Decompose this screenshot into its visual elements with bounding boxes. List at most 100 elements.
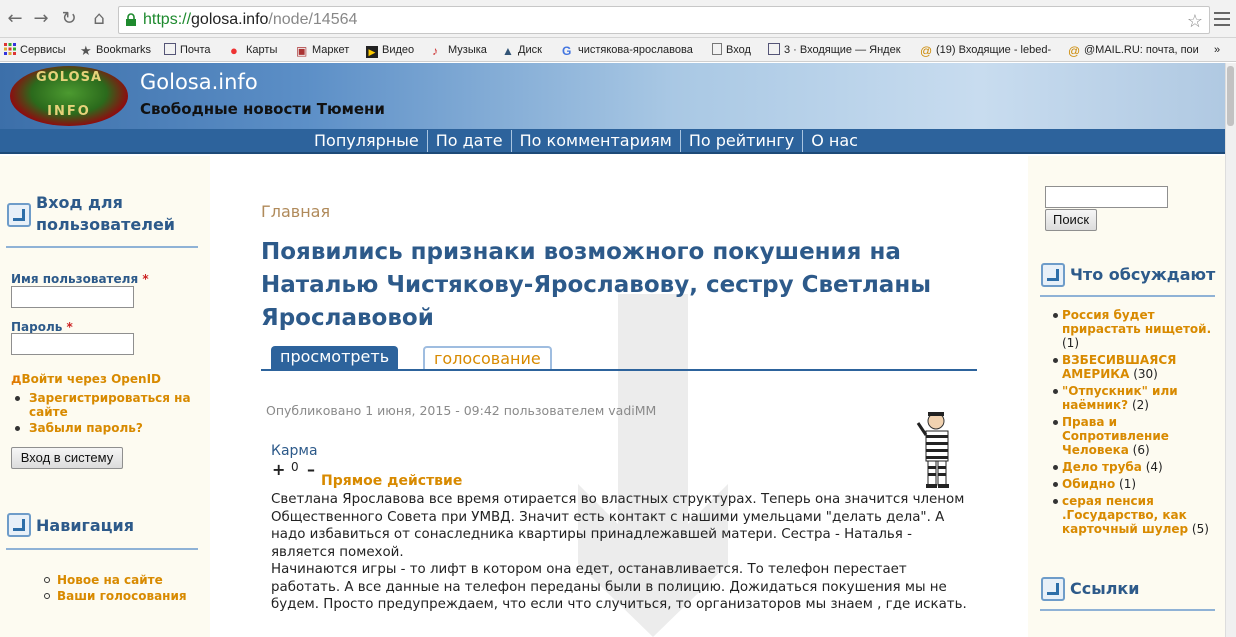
taxonomy-term-link[interactable]: Прямое действие — [321, 473, 462, 489]
login-submit-button[interactable]: Вход в систему — [11, 447, 123, 469]
list-item: Зарегистрироваться на сайте — [15, 391, 199, 419]
map-pin-icon: ● — [230, 43, 238, 58]
bookmark-mailru[interactable]: @ @MAIL.RU: почта, пои — [1068, 42, 1199, 58]
comment-count: (30) — [1133, 367, 1158, 381]
bookmark-market[interactable]: ▣ Маркет — [296, 42, 349, 58]
login-links: Зарегистрироваться на сайте Забыли парол… — [15, 391, 199, 435]
disk-icon: ▲ — [502, 44, 514, 58]
bookmark-star-icon[interactable]: ☆ — [1187, 8, 1203, 34]
bookmark-video[interactable]: ▶ Видео — [366, 42, 414, 58]
breadcrumb-home[interactable]: Главная — [261, 202, 330, 221]
comment-count: (1) — [1119, 477, 1137, 491]
google-icon: G — [562, 44, 572, 58]
username-input[interactable] — [11, 286, 134, 308]
comment-count: (4) — [1145, 460, 1163, 474]
url-host: golosa.info — [191, 11, 269, 28]
forward-arrow-icon[interactable]: → — [30, 8, 52, 30]
discussion-link[interactable]: Права и Сопротивление Человека — [1062, 415, 1169, 457]
nav-by-date[interactable]: По дате — [426, 130, 511, 152]
site-slogan: Свободные новости Тюмени — [140, 100, 385, 118]
bookmark-bookmarks[interactable]: ★ Bookmarks — [80, 42, 151, 58]
karma-minus-button[interactable]: – — [307, 460, 315, 479]
search-input[interactable] — [1045, 186, 1168, 208]
list-item: Ваши голосования — [44, 589, 207, 603]
bookmark-maps[interactable]: ● Карты — [230, 42, 277, 58]
bookmark-label: @MAIL.RU: почта, пои — [1084, 44, 1199, 56]
site-header: GOLOSA INFO Golosa.info Свободные новост… — [0, 63, 1225, 129]
password-input[interactable] — [11, 333, 134, 355]
bookmark-search[interactable]: Gчистякова-ярославова — [562, 42, 693, 58]
openid-icon: д — [11, 372, 22, 387]
bookmarks-bar: Сервисы ★ Bookmarks Почта ● Карты ▣ Маркет … — [0, 38, 1236, 62]
bookmarks-overflow-icon[interactable]: » — [1214, 42, 1220, 58]
nav-by-comments[interactable]: По комментариям — [510, 130, 680, 152]
logo-text-top: GOLOSA — [35, 70, 103, 85]
nav-popular[interactable]: Популярные — [306, 130, 427, 152]
bookmark-label: Вход — [726, 44, 751, 56]
bookmark-inbox-yandex[interactable]: 3 · Входящие — Яндек — [768, 42, 901, 58]
bookmark-services[interactable]: Сервисы — [4, 42, 66, 58]
right-sidebar: Поиск Что обсуждают Россия будет прираст… — [1028, 156, 1225, 637]
tab-view[interactable]: просмотреть — [271, 346, 399, 370]
article-body: Светлана Ярославова все время отирается … — [271, 491, 971, 614]
article-paragraph: Светлана Ярославова все время отирается … — [271, 492, 965, 560]
block-divider — [1040, 609, 1215, 611]
forgot-password-link[interactable]: Забыли пароль? — [29, 421, 143, 435]
bookmark-label: Маркет — [312, 44, 350, 56]
bookmark-label: Почта — [180, 44, 211, 56]
list-item: Новое на сайте — [44, 573, 207, 587]
search-button[interactable]: Поиск — [1045, 209, 1097, 231]
bookmark-label: Bookmarks — [96, 44, 152, 56]
url-path: /node/14564 — [268, 11, 358, 28]
login-block-title: Вход для пользователей — [36, 193, 175, 234]
new-on-site-link[interactable]: Новое на сайте — [57, 573, 163, 587]
discussion-link[interactable]: серая пенсия .Государство, как карточный… — [1062, 494, 1188, 536]
url-scheme: https:// — [143, 11, 192, 28]
nav-by-rating[interactable]: По рейтингу — [679, 130, 802, 152]
discussion-link[interactable]: ВЗБЕСИВШАЯСЯ АМЕРИКА — [1062, 353, 1176, 381]
bookmark-disk[interactable]: ▲ Диск — [502, 42, 542, 58]
tab-voting[interactable]: голосование — [423, 346, 552, 370]
article-paragraph: Начинаются игры - то лифт в котором она … — [271, 562, 967, 612]
site-logo[interactable]: GOLOSA INFO — [10, 66, 128, 126]
home-icon[interactable]: ⌂ — [88, 8, 110, 30]
bookmark-mail[interactable]: Почта — [164, 42, 211, 58]
scrollbar-thumb[interactable] — [1227, 66, 1234, 126]
page-scrollbar[interactable] — [1225, 63, 1236, 637]
at-sign-icon: @ — [1068, 44, 1081, 58]
back-arrow-icon[interactable]: ← — [4, 8, 26, 30]
bookmark-label: Сервисы — [20, 44, 66, 56]
tabs-divider — [261, 369, 977, 371]
nav-about[interactable]: О нас — [802, 130, 866, 152]
page-icon — [712, 43, 722, 55]
comment-count: (6) — [1132, 443, 1150, 457]
discussion-link[interactable]: "Отпускник" или наёмник? — [1062, 384, 1178, 412]
openid-login[interactable]: дВойти через OpenID — [11, 368, 161, 387]
register-link[interactable]: Зарегистрироваться на сайте — [29, 391, 191, 419]
your-votes-link[interactable]: Ваши голосования — [57, 589, 187, 603]
bookmark-inbox-lebed[interactable]: @ (19) Входящие - lebed- — [920, 42, 1051, 58]
browser-menu-icon[interactable] — [1214, 8, 1230, 30]
bookmark-login[interactable]: Вход — [712, 42, 751, 58]
discussion-link[interactable]: Обидно — [1062, 477, 1115, 491]
apps-grid-icon — [4, 43, 16, 55]
site-name[interactable]: Golosa.info — [140, 70, 258, 94]
music-note-icon: ♪ — [432, 44, 438, 58]
discussion-link[interactable]: Россия будет прирастать нищетой. — [1062, 308, 1211, 336]
comment-count: (5) — [1191, 522, 1209, 536]
bookmark-label: (19) Входящие - lebed- — [936, 44, 1052, 56]
address-bar[interactable]: https://golosa.info/node/14564 ☆ — [118, 6, 1210, 34]
reload-icon[interactable]: ↻ — [58, 8, 80, 30]
discussion-link[interactable]: Дело труба — [1062, 460, 1142, 474]
bookmark-label: Видео — [382, 44, 415, 56]
karma-plus-button[interactable]: + — [272, 460, 285, 479]
cart-icon: ▣ — [296, 44, 308, 58]
openid-link[interactable]: Войти через OpenID — [22, 372, 162, 386]
list-item: Дело труба (4) — [1053, 460, 1222, 474]
comment-count: (1) — [1062, 336, 1079, 350]
list-item: ВЗБЕСИВШАЯСЯ АМЕРИКА (30) — [1053, 353, 1222, 381]
prisoner-avatar-icon[interactable] — [916, 409, 962, 489]
bookmark-music[interactable]: ♪ Музыка — [432, 42, 487, 58]
list-item: Россия будет прирастать нищетой. (1) — [1053, 308, 1222, 350]
bookmark-label: чистякова-ярославова — [578, 44, 693, 56]
